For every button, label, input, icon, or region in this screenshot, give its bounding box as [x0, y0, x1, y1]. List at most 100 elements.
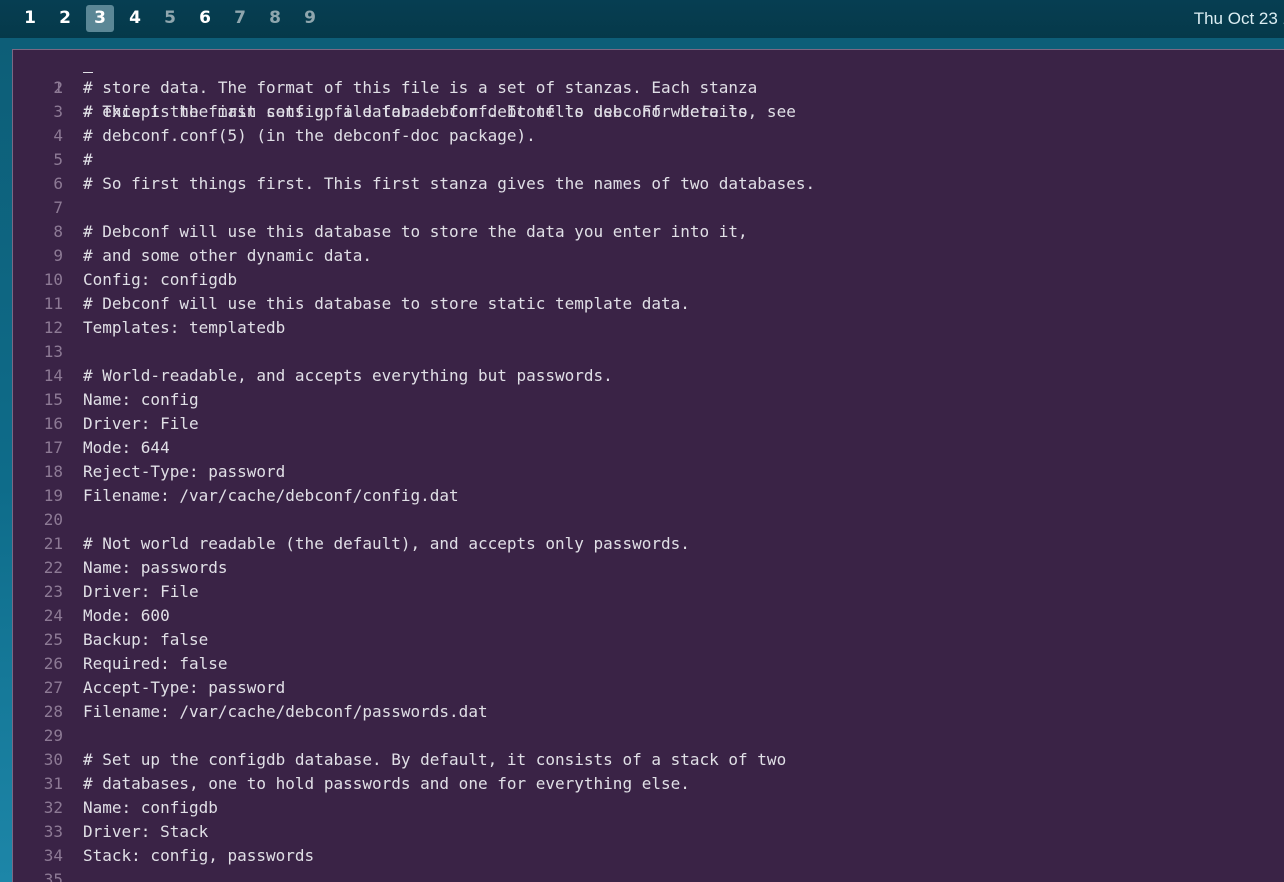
editor-line[interactable]: 17 Mode: 644 [13, 436, 1284, 460]
line-number: 15 [43, 390, 63, 409]
editor-line[interactable]: 34 Stack: config, passwords [13, 844, 1284, 868]
line-text[interactable]: Name: config [83, 388, 199, 412]
workspace-9-button[interactable]: 9 [296, 5, 324, 32]
line-text[interactable]: Driver: File [83, 412, 199, 436]
editor-line[interactable]: 18 Reject-Type: password [13, 460, 1284, 484]
editor-line[interactable]: 25 Backup: false [13, 628, 1284, 652]
editor-line[interactable]: 11 # Debconf will use this database to st… [13, 292, 1284, 316]
line-number: 31 [43, 774, 63, 793]
editor-line[interactable]: 23 Driver: File [13, 580, 1284, 604]
line-text[interactable]: # databases, one to hold passwords and o… [83, 772, 690, 796]
workspace-3-button[interactable]: 3 [86, 5, 114, 32]
editor-line[interactable]: 4 # debconf.conf(5) (in the debconf-doc p… [13, 124, 1284, 148]
line-number: 27 [43, 678, 63, 697]
line-number: 7 [53, 198, 63, 217]
workspace-4-button[interactable]: 4 [121, 5, 149, 32]
editor-line[interactable]: 19 Filename: /var/cache/debconf/config.da… [13, 484, 1284, 508]
line-text[interactable]: # Not world readable (the default), and … [83, 532, 690, 556]
line-text[interactable]: # except the first sets up a database fo… [83, 100, 796, 124]
editor-line[interactable]: 26 Required: false [13, 652, 1284, 676]
line-text[interactable]: Mode: 600 [83, 604, 170, 628]
editor-line[interactable]: 6 # So first things first. This first sta… [13, 172, 1284, 196]
editor-line[interactable]: 16 Driver: File [13, 412, 1284, 436]
line-number: 21 [43, 534, 63, 553]
line-number: 6 [53, 174, 63, 193]
line-text[interactable]: # store data. The format of this file is… [83, 76, 757, 100]
line-text[interactable]: Driver: File [83, 580, 199, 604]
editor-line[interactable]: 8 # Debconf will use this database to sto… [13, 220, 1284, 244]
editor-line[interactable]: 31 # databases, one to hold passwords and… [13, 772, 1284, 796]
editor-line[interactable]: 20 [13, 508, 1284, 532]
workspace-1-button[interactable]: 1 [16, 5, 44, 32]
editor-line[interactable]: 22 Name: passwords [13, 556, 1284, 580]
line-number: 28 [43, 702, 63, 721]
editor-line[interactable]: 30 # Set up the configdb database. By def… [13, 748, 1284, 772]
line-text[interactable]: # So first things first. This first stan… [83, 172, 815, 196]
line-number: 13 [43, 342, 63, 361]
text-cursor [83, 72, 93, 73]
editor-line[interactable]: 24 Mode: 600 [13, 604, 1284, 628]
line-number: 18 [43, 462, 63, 481]
editor-line[interactable]: 3 # except the first sets up a database f… [13, 100, 1284, 124]
line-number: 32 [43, 798, 63, 817]
line-number: 8 [53, 222, 63, 241]
workspace-5-button[interactable]: 5 [156, 5, 184, 32]
line-text[interactable]: Filename: /var/cache/debconf/passwords.d… [83, 700, 488, 724]
line-text[interactable]: Name: configdb [83, 796, 218, 820]
line-text[interactable]: # [83, 148, 93, 172]
editor-line[interactable]: 35 [13, 868, 1284, 882]
line-text[interactable]: Reject-Type: password [83, 460, 285, 484]
editor-line[interactable]: 21 # Not world readable (the default), an… [13, 532, 1284, 556]
line-text[interactable]: Config: configdb [83, 268, 237, 292]
editor-line[interactable]: 1 # This is the main config file for deb… [13, 52, 1284, 121]
line-text[interactable]: Backup: false [83, 628, 208, 652]
line-text[interactable]: # World-readable, and accepts everything… [83, 364, 613, 388]
line-text[interactable]: Required: false [83, 652, 228, 676]
line-text[interactable]: Name: passwords [83, 556, 228, 580]
editor-line[interactable]: 12 Templates: templatedb [13, 316, 1284, 340]
line-text[interactable]: # Set up the configdb database. By defau… [83, 748, 786, 772]
workspace-6-button[interactable]: 6 [191, 5, 219, 32]
editor-line[interactable]: 33 Driver: Stack [13, 820, 1284, 844]
editor-line[interactable]: 27 Accept-Type: password [13, 676, 1284, 700]
line-text[interactable]: # Debconf will use this database to stor… [83, 220, 748, 244]
line-text[interactable]: # and some other dynamic data. [83, 244, 372, 268]
line-number: 17 [43, 438, 63, 457]
workspace-8-button[interactable]: 8 [261, 5, 289, 32]
line-number: 10 [43, 270, 63, 289]
line-number: 14 [43, 366, 63, 385]
line-number: 20 [43, 510, 63, 529]
line-text[interactable]: Mode: 644 [83, 436, 170, 460]
editor-line[interactable]: 15 Name: config [13, 388, 1284, 412]
line-number: 3 [53, 102, 63, 121]
terminal-editor-window[interactable]: 1 # This is the main config file for deb… [12, 49, 1284, 882]
editor-line[interactable]: 2 # store data. The format of this file i… [13, 76, 1284, 100]
line-text[interactable]: Filename: /var/cache/debconf/config.dat [83, 484, 459, 508]
line-text[interactable]: Templates: templatedb [83, 316, 285, 340]
editor-line[interactable]: 5 # [13, 148, 1284, 172]
line-text[interactable]: Driver: Stack [83, 820, 208, 844]
line-text[interactable]: Accept-Type: password [83, 676, 285, 700]
editor-line[interactable]: 14 # World-readable, and accepts everythi… [13, 364, 1284, 388]
line-text[interactable]: # debconf.conf(5) (in the debconf-doc pa… [83, 124, 536, 148]
workspace-2-button[interactable]: 2 [51, 5, 79, 32]
editor-line[interactable]: 10 Config: configdb [13, 268, 1284, 292]
line-number: 19 [43, 486, 63, 505]
editor-line[interactable]: 7 [13, 196, 1284, 220]
text-editor[interactable]: 1 # This is the main config file for deb… [13, 52, 1284, 882]
editor-line[interactable]: 13 [13, 340, 1284, 364]
line-number: 16 [43, 414, 63, 433]
line-text[interactable]: # Debconf will use this database to stor… [83, 292, 690, 316]
line-number: 24 [43, 606, 63, 625]
workspace-switcher: 1 2 3 4 5 6 7 8 9 [16, 5, 324, 32]
editor-line[interactable]: 28 Filename: /var/cache/debconf/passwords… [13, 700, 1284, 724]
editor-line[interactable]: 29 [13, 724, 1284, 748]
line-text[interactable]: Stack: config, passwords [83, 844, 314, 868]
line-number: 22 [43, 558, 63, 577]
editor-line[interactable]: 32 Name: configdb [13, 796, 1284, 820]
line-number: 5 [53, 150, 63, 169]
desktop: 1 2 3 4 5 6 7 8 9 Thu Oct 23 1 1 # This … [0, 0, 1284, 882]
clock[interactable]: Thu Oct 23 1 [1194, 9, 1284, 29]
editor-line[interactable]: 9 # and some other dynamic data. [13, 244, 1284, 268]
workspace-7-button[interactable]: 7 [226, 5, 254, 32]
